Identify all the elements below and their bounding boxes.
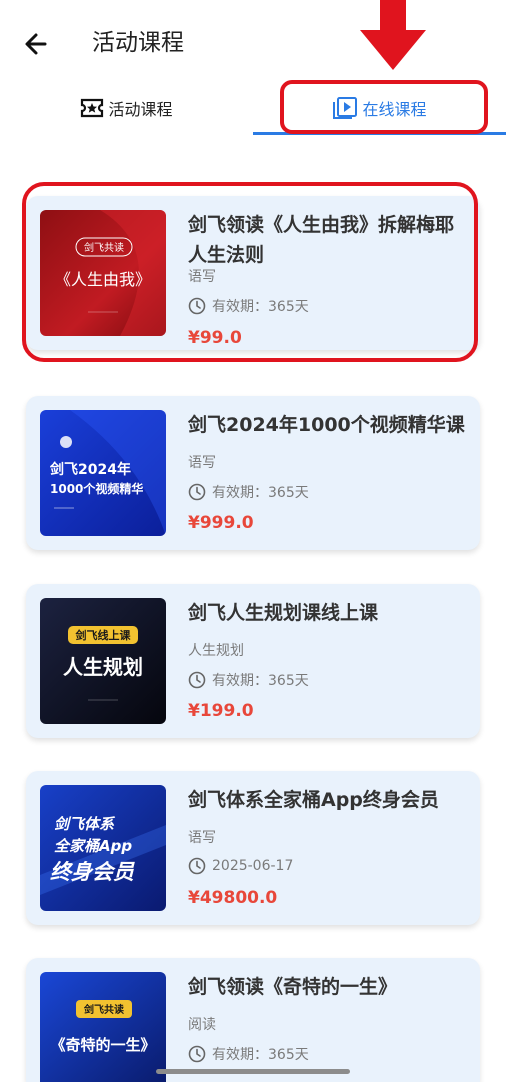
course-title: 剑飞2024年1000个视频精华课: [188, 414, 465, 436]
back-button[interactable]: [20, 26, 56, 62]
clock-icon: [188, 483, 206, 501]
course-validity: 有效期：365天: [188, 296, 309, 316]
course-title: 剑飞体系全家桶App终身会员: [188, 789, 439, 811]
ticket-icon: [81, 98, 104, 118]
course-card[interactable]: 剑飞2024年 1000个视频精华 剑飞2024年1000个视频精华课 语写 有…: [26, 396, 480, 550]
thumb-line-2: 1000个视频精华: [50, 481, 143, 496]
tab-activity-courses[interactable]: 活动课程: [0, 84, 253, 132]
thumb-line-1: 剑飞2024年: [49, 461, 131, 478]
clock-icon: [188, 1045, 206, 1063]
validity-text: 2025-06-17: [212, 858, 294, 874]
course-card[interactable]: 剑飞共读 《奇特的一生》 剑飞领读《奇特的一生》 阅读 有效期：365天: [26, 958, 480, 1082]
page-title: 活动课程: [92, 30, 184, 56]
validity-text: 有效期：365天: [212, 485, 309, 501]
course-price: ¥99.0: [188, 328, 242, 348]
course-title: 剑飞领读《奇特的一生》: [188, 976, 398, 998]
course-title: 剑飞人生规划课线上课: [188, 602, 379, 624]
thumb-title: 《人生由我》: [55, 270, 151, 289]
course-thumbnail: 剑飞共读 《人生由我》: [40, 210, 166, 336]
clock-icon: [188, 671, 206, 689]
tab-label: 活动课程: [108, 100, 173, 119]
thumb-badge: 剑飞共读: [83, 1003, 124, 1016]
course-validity: 有效期：365天: [188, 482, 309, 502]
course-category: 语写: [188, 455, 216, 471]
thumb-badge: 剑飞共读: [84, 241, 124, 254]
course-category: 语写: [188, 830, 216, 846]
course-title: 剑飞领读《人生由我》拆解梅耶人生法则: [188, 214, 455, 266]
course-card[interactable]: 剑飞体系 全家桶App 终身会员 剑飞体系全家桶App终身会员 语写 2025-…: [26, 771, 480, 925]
validity-text: 有效期：365天: [212, 299, 309, 315]
course-thumbnail: 剑飞共读 《奇特的一生》: [40, 972, 166, 1082]
tab-online-courses[interactable]: 在线课程: [253, 84, 506, 132]
course-price: ¥199.0: [188, 701, 254, 721]
course-thumbnail: 剑飞线上课 人生规划: [40, 598, 166, 724]
course-validity: 2025-06-17: [188, 857, 293, 875]
course-price: ¥999.0: [188, 513, 254, 533]
thumb-title: 人生规划: [63, 655, 143, 679]
tab-bar: 活动课程 在线课程: [0, 84, 506, 136]
validity-text: 有效期：365天: [212, 673, 309, 689]
app-header: 活动课程: [0, 0, 506, 88]
thumb-line-2: 全家桶App: [54, 837, 132, 855]
thumb-title: 《奇特的一生》: [50, 1036, 155, 1054]
course-validity: 有效期：365天: [188, 670, 309, 690]
course-category: 语写: [188, 269, 216, 285]
course-card[interactable]: 剑飞共读 《人生由我》 剑飞领读《人生由我》拆解梅耶人生法则 语写 有效期：36…: [26, 196, 480, 350]
thumb-line-3: 终身会员: [50, 860, 135, 884]
course-category: 人生规划: [188, 643, 244, 659]
validity-text: 有效期：365天: [212, 1047, 309, 1063]
clock-icon: [188, 857, 206, 875]
clock-icon: [188, 297, 206, 315]
home-indicator[interactable]: [156, 1069, 350, 1074]
annotation-arrow-icon: [360, 0, 426, 70]
active-tab-indicator: [253, 132, 506, 135]
course-price: ¥49800.0: [188, 888, 278, 908]
course-category: 阅读: [188, 1017, 216, 1033]
course-thumbnail: 剑飞体系 全家桶App 终身会员: [40, 785, 166, 911]
tab-label: 在线课程: [362, 100, 427, 119]
course-validity: 有效期：365天: [188, 1044, 309, 1064]
thumb-line-1: 剑飞体系: [54, 815, 116, 833]
thumb-badge: 剑飞线上课: [75, 628, 132, 642]
course-thumbnail: 剑飞2024年 1000个视频精华: [40, 410, 166, 536]
video-play-icon: [333, 97, 358, 119]
arrow-left-icon: [25, 33, 47, 55]
course-card[interactable]: 剑飞线上课 人生规划 剑飞人生规划课线上课 人生规划 有效期：365天 ¥199…: [26, 584, 480, 738]
